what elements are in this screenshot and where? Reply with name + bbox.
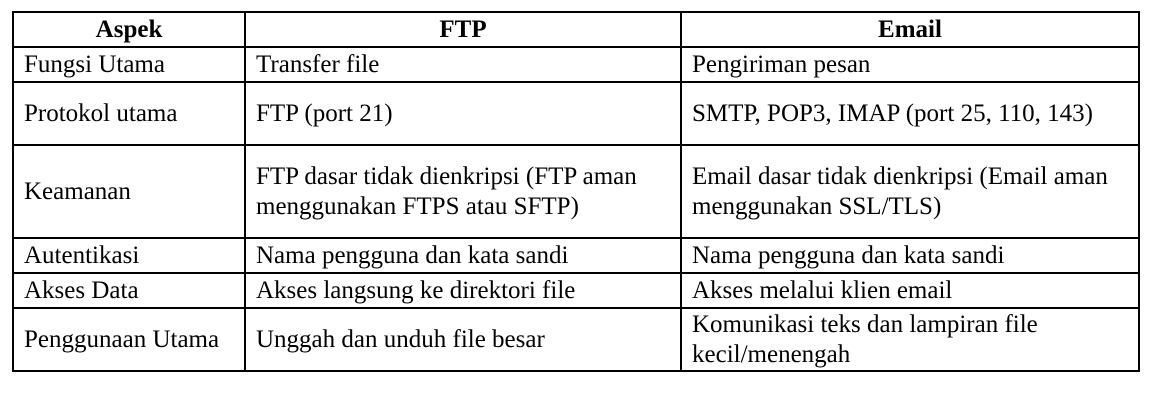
cell-email: Komunikasi teks dan lampiran file kecil/… — [680, 307, 1140, 372]
cell-email: Pengiriman pesan — [680, 46, 1140, 83]
table-header: Aspek FTP Email — [12, 11, 1140, 48]
table-row: Autentikasi Nama pengguna dan kata sandi… — [12, 237, 1140, 274]
cell-aspek: Penggunaan Utama — [12, 307, 246, 372]
cell-email: Nama pengguna dan kata sandi — [680, 237, 1140, 274]
cell-ftp: FTP (port 21) — [244, 81, 682, 146]
comparison-table-container: Aspek FTP Email Fungsi Utama Transfer fi… — [12, 11, 1140, 372]
header-email: Email — [680, 11, 1140, 48]
cell-aspek: Protokol utama — [12, 81, 246, 146]
cell-ftp: Transfer file — [244, 46, 682, 83]
cell-aspek: Akses Data — [12, 272, 246, 309]
cell-email: Email dasar tidak dienkripsi (Email aman… — [680, 144, 1140, 239]
cell-ftp: FTP dasar tidak dienkripsi (FTP aman men… — [244, 144, 682, 239]
cell-ftp: Akses langsung ke direktori file — [244, 272, 682, 309]
cell-email: Akses melalui klien email — [680, 272, 1140, 309]
header-row: Aspek FTP Email — [12, 11, 1140, 48]
ftp-email-comparison-table: Aspek FTP Email Fungsi Utama Transfer fi… — [12, 11, 1140, 372]
table-row: Keamanan FTP dasar tidak dienkripsi (FTP… — [12, 144, 1140, 239]
header-ftp: FTP — [244, 11, 682, 48]
cell-aspek: Keamanan — [12, 144, 246, 239]
table-body: Fungsi Utama Transfer file Pengiriman pe… — [12, 46, 1140, 372]
cell-email: SMTP, POP3, IMAP (port 25, 110, 143) — [680, 81, 1140, 146]
table-row: Penggunaan Utama Unggah dan unduh file b… — [12, 307, 1140, 372]
table-row: Fungsi Utama Transfer file Pengiriman pe… — [12, 46, 1140, 83]
cell-aspek: Autentikasi — [12, 237, 246, 274]
cell-aspek: Fungsi Utama — [12, 46, 246, 83]
table-row: Akses Data Akses langsung ke direktori f… — [12, 272, 1140, 309]
cell-ftp: Unggah dan unduh file besar — [244, 307, 682, 372]
table-row: Protokol utama FTP (port 21) SMTP, POP3,… — [12, 81, 1140, 146]
header-aspek: Aspek — [12, 11, 246, 48]
cell-ftp: Nama pengguna dan kata sandi — [244, 237, 682, 274]
